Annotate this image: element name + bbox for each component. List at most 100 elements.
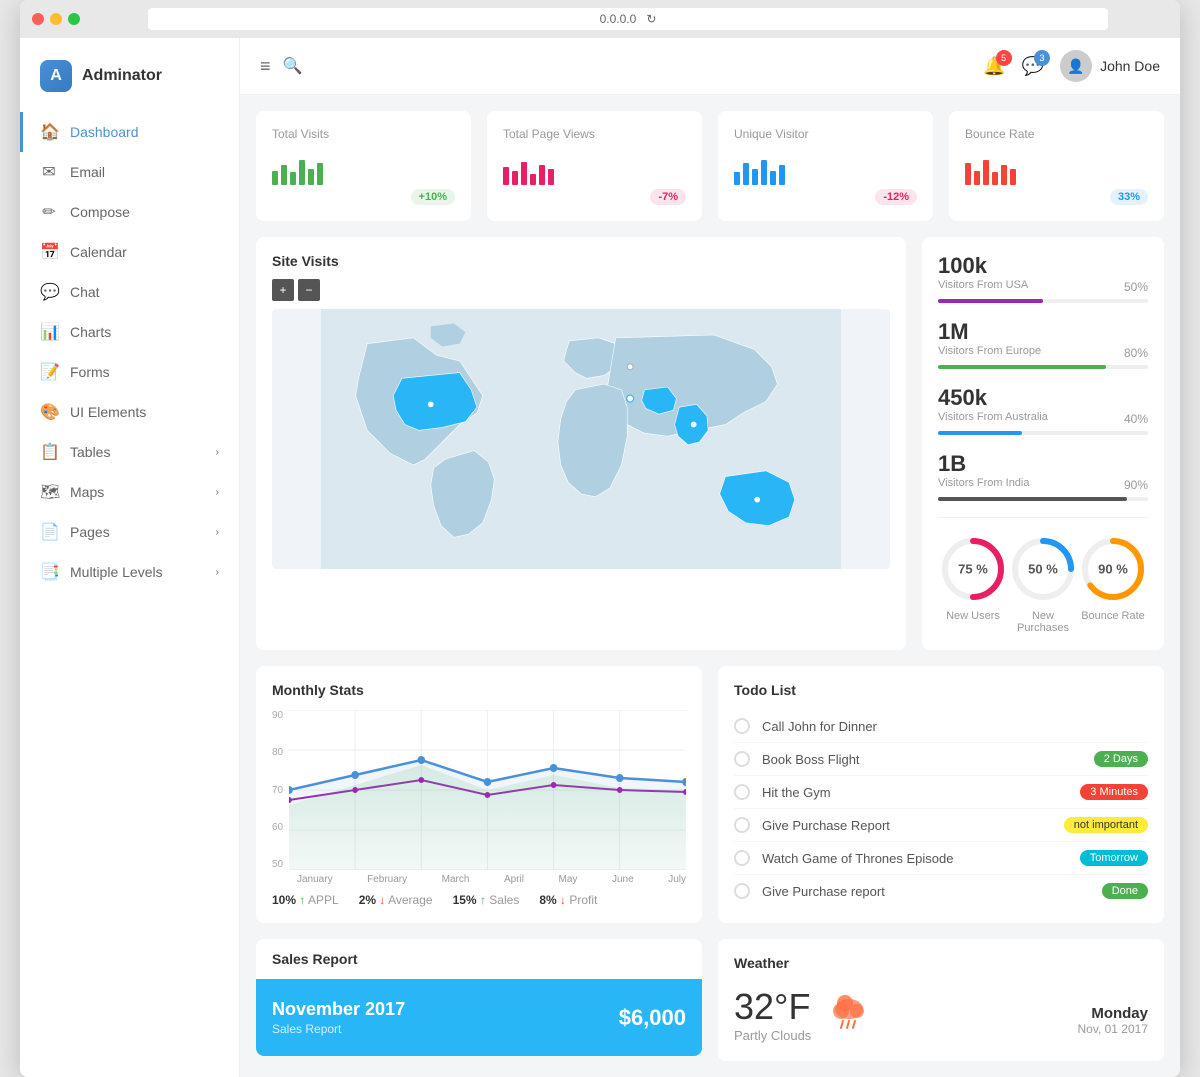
sidebar-item-charts[interactable]: 📊 Charts bbox=[20, 312, 239, 352]
donut-wrap-new-users: 75 % bbox=[938, 534, 1008, 604]
map-zoom-out[interactable]: − bbox=[298, 279, 320, 301]
stat-title-2: Unique Visitor bbox=[734, 127, 917, 141]
app-logo: A Adminator bbox=[20, 48, 239, 112]
visitor-num-usa: 100k bbox=[938, 253, 1148, 279]
visitor-num-europe: 1M bbox=[938, 319, 1148, 345]
x-label-jan: January bbox=[297, 874, 333, 885]
header-right: 🔔 5 💬 3 👤 John Doe bbox=[983, 50, 1160, 82]
dot-red[interactable] bbox=[32, 13, 44, 25]
sidebar-item-maps[interactable]: 🗺 Maps › bbox=[20, 472, 239, 512]
stat-bottom-3: 33% bbox=[965, 189, 1148, 205]
todo-tag-3: not important bbox=[1064, 817, 1148, 833]
todo-tag-2: 3 Minutes bbox=[1080, 784, 1148, 800]
bar bbox=[761, 160, 767, 185]
sales-left: November 2017 Sales Report bbox=[272, 999, 405, 1036]
map-zoom-in[interactable]: + bbox=[272, 279, 294, 301]
stat-bottom-1: -7% bbox=[503, 189, 686, 205]
sidebar-item-chat[interactable]: 💬 Chat bbox=[20, 272, 239, 312]
sales-amount: $6,000 bbox=[619, 1005, 686, 1031]
todo-item-1: Book Boss Flight 2 Days bbox=[734, 743, 1148, 776]
todo-checkbox-0[interactable] bbox=[734, 718, 750, 734]
legend-average: 2% ↓ Average bbox=[359, 893, 433, 907]
stat-badge-3: 33% bbox=[1110, 189, 1148, 205]
stat-title-3: Bounce Rate bbox=[965, 127, 1148, 141]
x-label-mar: March bbox=[442, 874, 470, 885]
visitor-label-australia: Visitors From Australia bbox=[938, 411, 1048, 423]
todo-checkbox-2[interactable] bbox=[734, 784, 750, 800]
sidebar-item-tables[interactable]: 📋 Tables › bbox=[20, 432, 239, 472]
todo-text-2: Hit the Gym bbox=[762, 785, 831, 800]
visitor-pct-australia: 40% bbox=[1124, 412, 1148, 426]
monthly-chart-area: 90 80 70 60 50 bbox=[272, 710, 686, 885]
legend-profit: 8% ↓ Profit bbox=[539, 893, 597, 907]
sidebar-label-chat: Chat bbox=[70, 284, 100, 300]
bar bbox=[965, 163, 971, 185]
messages-button[interactable]: 💬 3 bbox=[1022, 56, 1044, 77]
donut-label-bounce-rate: Bounce Rate bbox=[1078, 610, 1148, 622]
middle-row: Site Visits + − bbox=[256, 237, 1164, 650]
todo-checkbox-3[interactable] bbox=[734, 817, 750, 833]
weather-day: Monday bbox=[1078, 1005, 1149, 1022]
bar bbox=[983, 160, 989, 185]
stat-badge-0: +10% bbox=[411, 189, 455, 205]
app-container: A Adminator 🏠 Dashboard ✉ Email ✏ Compos… bbox=[20, 38, 1180, 1077]
notifications-button[interactable]: 🔔 5 bbox=[983, 56, 1005, 77]
dot-yellow[interactable] bbox=[50, 13, 62, 25]
browser-address[interactable]: 0.0.0.0 ↻ bbox=[148, 8, 1108, 30]
sidebar-item-email[interactable]: ✉ Email bbox=[20, 152, 239, 192]
bar bbox=[548, 169, 554, 185]
sidebar-item-multiple-levels[interactable]: 📑 Multiple Levels › bbox=[20, 552, 239, 592]
sidebar-item-ui-elements[interactable]: 🎨 UI Elements bbox=[20, 392, 239, 432]
sidebar-label-pages: Pages bbox=[70, 524, 110, 540]
sales-month: November 2017 bbox=[272, 999, 405, 1020]
maps-arrow: › bbox=[216, 487, 219, 498]
donut-pct-new-purchases: 50 % bbox=[1028, 562, 1058, 577]
sidebar-label-compose: Compose bbox=[70, 204, 130, 220]
todo-checkbox-4[interactable] bbox=[734, 850, 750, 866]
monthly-stats-title: Monthly Stats bbox=[272, 682, 686, 698]
todo-checkbox-1[interactable] bbox=[734, 751, 750, 767]
calendar-icon: 📅 bbox=[40, 242, 58, 262]
y-label-90: 90 bbox=[272, 710, 283, 721]
todo-text-5: Give Purchase report bbox=[762, 884, 885, 899]
todo-card: Todo List Call John for Dinner Book Boss… bbox=[718, 666, 1164, 923]
todo-tag-4: Tomorrow bbox=[1080, 850, 1148, 866]
dot-green[interactable] bbox=[68, 13, 80, 25]
sidebar-item-compose[interactable]: ✏ Compose bbox=[20, 192, 239, 232]
hamburger-button[interactable]: ≡ bbox=[260, 56, 271, 77]
sidebar-item-calendar[interactable]: 📅 Calendar bbox=[20, 232, 239, 272]
user-profile[interactable]: 👤 John Doe bbox=[1060, 50, 1160, 82]
logo-icon: A bbox=[40, 60, 72, 92]
donut-wrap-bounce-rate: 90 % bbox=[1078, 534, 1148, 604]
search-button[interactable]: 🔍 bbox=[283, 56, 303, 76]
weather-date-text: Nov, 01 2017 bbox=[1078, 1022, 1149, 1036]
todo-text-4: Watch Game of Thrones Episode bbox=[762, 851, 953, 866]
todo-checkbox-5[interactable] bbox=[734, 883, 750, 899]
y-label-50: 50 bbox=[272, 859, 283, 870]
sales-header: November 2017 Sales Report $6,000 bbox=[256, 979, 702, 1056]
levels-icon: 📑 bbox=[40, 562, 58, 582]
progress-fill-usa bbox=[938, 299, 1043, 303]
bar bbox=[521, 162, 527, 185]
bar bbox=[308, 169, 314, 185]
main-area: ≡ 🔍 🔔 5 💬 3 👤 John Doe bbox=[240, 38, 1180, 1077]
sidebar-item-pages[interactable]: 📄 Pages › bbox=[20, 512, 239, 552]
chat-icon: 💬 bbox=[40, 282, 58, 302]
donut-pct-new-users: 75 % bbox=[958, 562, 988, 577]
sidebar-item-forms[interactable]: 📝 Forms bbox=[20, 352, 239, 392]
pages-icon: 📄 bbox=[40, 522, 58, 542]
sidebar-item-dashboard[interactable]: 🏠 Dashboard bbox=[20, 112, 239, 152]
weather-cloud-icon bbox=[827, 983, 877, 1045]
address-text: 0.0.0.0 bbox=[600, 12, 637, 26]
sales-card: Sales Report November 2017 Sales Report … bbox=[256, 939, 702, 1056]
stat-bars-0 bbox=[272, 149, 455, 185]
bar bbox=[503, 167, 509, 185]
world-map-svg bbox=[272, 309, 890, 569]
sales-sub: Sales Report bbox=[272, 1022, 405, 1036]
donut-pct-bounce-rate: 90 % bbox=[1098, 562, 1128, 577]
visitor-usa: 100k Visitors From USA 50% bbox=[938, 253, 1148, 303]
reload-icon[interactable]: ↻ bbox=[646, 12, 656, 26]
bar bbox=[317, 163, 323, 185]
x-label-may: May bbox=[559, 874, 578, 885]
bar bbox=[281, 165, 287, 185]
